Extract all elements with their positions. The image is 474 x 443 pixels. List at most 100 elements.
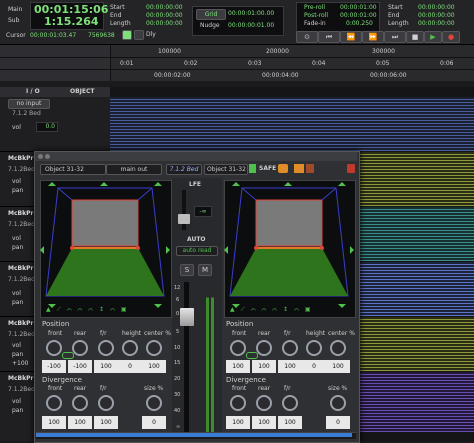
- div-fr-value[interactable]: 100: [94, 416, 118, 429]
- fr-knob[interactable]: [282, 340, 298, 356]
- link-icon[interactable]: [62, 352, 74, 359]
- fast-forward-button[interactable]: ⏩: [362, 31, 384, 43]
- waveform-olive[interactable]: [358, 317, 474, 371]
- div-fr-knob[interactable]: [98, 395, 114, 411]
- automation-mode-selector[interactable]: auto read: [176, 246, 218, 256]
- center-knob[interactable]: [146, 340, 162, 356]
- stop-button[interactable]: ■: [406, 31, 424, 43]
- waveform-blue[interactable]: [358, 262, 474, 316]
- ruler-timecode: 00:00:06:00: [370, 72, 407, 79]
- safe-toggle-icon[interactable]: [249, 164, 256, 173]
- preroll-label[interactable]: Pre-roll: [304, 4, 325, 11]
- object-selector-right[interactable]: Object 31-32: [204, 164, 248, 175]
- front-value[interactable]: -100: [42, 360, 66, 373]
- link-toggle-icon[interactable]: [278, 164, 288, 173]
- return-to-zero-button[interactable]: ⏮: [318, 31, 340, 43]
- center-value[interactable]: 100: [326, 360, 350, 373]
- preroll-value[interactable]: 00:00:01:00: [340, 4, 377, 11]
- front-knob[interactable]: [46, 340, 62, 356]
- fadein-value[interactable]: 0:00.250: [346, 20, 373, 27]
- div-rear-knob[interactable]: [256, 395, 272, 411]
- div-rear-value[interactable]: 100: [252, 416, 276, 429]
- fadein-label[interactable]: Fade-in: [304, 20, 326, 27]
- dly-toggle[interactable]: [134, 30, 144, 40]
- panner-tool-icons-left[interactable]: ▲⟋⌒⌒⌒↕⌒▣: [46, 306, 133, 314]
- height-knob[interactable]: [306, 340, 322, 356]
- go-to-end-button[interactable]: ⏭: [384, 31, 406, 43]
- volume-fader-handle[interactable]: [180, 308, 194, 326]
- minimize-icon[interactable]: [45, 154, 50, 159]
- nudge-label[interactable]: Nudge: [200, 22, 220, 29]
- fr-value[interactable]: 100: [94, 360, 118, 373]
- front-knob[interactable]: [230, 340, 246, 356]
- ruler-bar: 0:05: [376, 60, 390, 67]
- grid-button[interactable]: Grid: [196, 9, 226, 20]
- pan-value[interactable]: +100: [12, 360, 28, 367]
- panner-titlebar[interactable]: [35, 152, 357, 161]
- play-button[interactable]: ▶: [424, 31, 442, 43]
- size-value[interactable]: 0: [142, 416, 166, 429]
- waveform-blue[interactable]: [110, 97, 474, 151]
- start-value[interactable]: 00:00:00:00: [146, 4, 183, 11]
- lfe-fader-track[interactable]: [182, 190, 186, 230]
- fr-knob[interactable]: [98, 340, 114, 356]
- height-value[interactable]: 0: [302, 360, 326, 373]
- front-value[interactable]: 100: [226, 360, 250, 373]
- div-front-value[interactable]: 100: [226, 416, 250, 429]
- div-front-value[interactable]: 100: [42, 416, 66, 429]
- postroll-value[interactable]: 00:00:01:00: [340, 12, 377, 19]
- div-rear-knob[interactable]: [72, 395, 88, 411]
- volume-fader-track[interactable]: [184, 282, 189, 432]
- cursor-value: 00:00:01:03.47: [30, 32, 77, 39]
- record-button[interactable]: ●: [442, 31, 460, 43]
- mute-button[interactable]: M: [198, 264, 212, 276]
- link-icon[interactable]: [246, 352, 258, 359]
- div-front-knob[interactable]: [230, 395, 246, 411]
- center-value[interactable]: 100: [142, 360, 166, 373]
- rear-value[interactable]: 100: [252, 360, 276, 373]
- div-fr-knob[interactable]: [282, 395, 298, 411]
- grid-value[interactable]: 00:00:01:00.00: [228, 10, 274, 17]
- fr-value[interactable]: 100: [278, 360, 302, 373]
- r-end-value[interactable]: 00:00:00:00: [418, 12, 455, 19]
- input-selector[interactable]: no input: [8, 99, 50, 109]
- bed-selector[interactable]: 7.1.2 Bed: [166, 164, 202, 175]
- vol-label: vol: [12, 342, 21, 349]
- object-selector-left[interactable]: Object 31-32: [40, 164, 106, 175]
- postroll-label[interactable]: Post-roll: [304, 12, 328, 19]
- link-icon[interactable]: [122, 30, 132, 40]
- waveform-teal[interactable]: [358, 207, 474, 261]
- close-icon[interactable]: [38, 154, 43, 159]
- div-front-knob[interactable]: [46, 395, 62, 411]
- rear-knob[interactable]: [256, 340, 272, 356]
- div-fr-value[interactable]: 100: [278, 416, 302, 429]
- settings-icon[interactable]: [306, 164, 314, 173]
- r-start-value[interactable]: 00:00:00:00: [418, 4, 455, 11]
- panner-close-icon[interactable]: [347, 164, 355, 173]
- online-button[interactable]: ⊙: [296, 31, 318, 43]
- center-knob[interactable]: [330, 340, 346, 356]
- nudge-value[interactable]: 00:00:00:01.00: [228, 22, 274, 29]
- grid-view-icon[interactable]: [294, 164, 304, 173]
- scrollbar-thumb[interactable]: [36, 433, 352, 437]
- r-length-value[interactable]: 00:00:00:00: [418, 20, 455, 27]
- output-selector[interactable]: main out: [106, 164, 162, 175]
- end-value[interactable]: 00:00:00:00: [146, 12, 183, 19]
- rewind-button[interactable]: ⏪: [340, 31, 362, 43]
- waveform-purple[interactable]: [358, 372, 474, 432]
- waveform-olive[interactable]: [358, 152, 474, 206]
- vol-value[interactable]: 0.0: [36, 122, 58, 132]
- rear-value[interactable]: -100: [68, 360, 92, 373]
- lfe-value[interactable]: -∞: [194, 206, 212, 217]
- height-knob[interactable]: [122, 340, 138, 356]
- length-value[interactable]: 00:00:00:00: [146, 20, 183, 27]
- panner-tool-icons-right[interactable]: ▲⟋⌒⌒⌒↕⌒▣: [230, 306, 317, 314]
- div-rear-value[interactable]: 100: [68, 416, 92, 429]
- size-value[interactable]: 0: [326, 416, 350, 429]
- rear-knob[interactable]: [72, 340, 88, 356]
- height-value[interactable]: 0: [118, 360, 142, 373]
- lfe-fader-handle[interactable]: [178, 214, 190, 224]
- size-knob[interactable]: [330, 395, 346, 411]
- solo-button[interactable]: S: [180, 264, 194, 276]
- size-knob[interactable]: [146, 395, 162, 411]
